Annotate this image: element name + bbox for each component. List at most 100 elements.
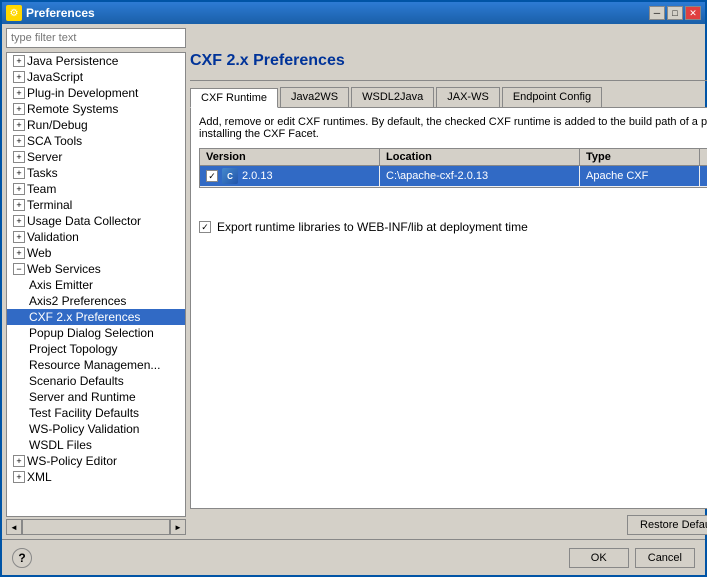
expand-server[interactable]: +	[13, 151, 25, 163]
filter-input[interactable]	[6, 28, 186, 48]
sidebar-item-web-services[interactable]: −Web Services	[7, 261, 185, 277]
header-extra	[700, 149, 707, 165]
sidebar-item-server-and-runtime[interactable]: Server and Runtime	[7, 389, 185, 405]
expand-plug-in-development[interactable]: +	[13, 87, 25, 99]
sidebar-item-axis2-preferences[interactable]: Axis2 Preferences	[7, 293, 185, 309]
sidebar-item-run-debug[interactable]: +Run/Debug	[7, 117, 185, 133]
title-bar: ⚙ Preferences ─ □ ✕	[2, 2, 705, 24]
extra-cell	[700, 166, 707, 186]
type-cell: Apache CXF	[580, 166, 700, 186]
sidebar-item-cxf-2x-preferences[interactable]: CXF 2.x Preferences	[7, 309, 185, 325]
sidebar-item-ws-policy-validation[interactable]: WS-Policy Validation	[7, 421, 185, 437]
expand-web-services[interactable]: −	[13, 263, 25, 275]
sidebar-item-axis-emitter[interactable]: Axis Emitter	[7, 277, 185, 293]
row-checkbox[interactable]	[206, 170, 218, 182]
title-bar-left: ⚙ Preferences	[6, 5, 95, 21]
maximize-button[interactable]: □	[667, 6, 683, 20]
cancel-button[interactable]: Cancel	[635, 548, 695, 568]
tab-endpoint-config[interactable]: Endpoint Config	[502, 87, 602, 107]
version-text: 2.0.13	[242, 170, 273, 182]
tree-container[interactable]: +Java Persistence+JavaScript+Plug-in Dev…	[6, 52, 186, 517]
sidebar-item-remote-systems[interactable]: +Remote Systems	[7, 101, 185, 117]
tab-jax-ws[interactable]: JAX-WS	[436, 87, 500, 107]
tabs: CXF RuntimeJava2WSWSDL2JavaJAX-WSEndpoin…	[190, 87, 707, 107]
window-controls: ─ □ ✕	[649, 6, 701, 20]
sidebar-item-popup-dialog-selection[interactable]: Popup Dialog Selection	[7, 325, 185, 341]
sidebar-item-sca-tools[interactable]: +SCA Tools	[7, 133, 185, 149]
sidebar-item-usage-data-collector[interactable]: +Usage Data Collector	[7, 213, 185, 229]
export-row: Export runtime libraries to WEB-INF/lib …	[199, 220, 707, 234]
sidebar-item-java-persistence[interactable]: +Java Persistence	[7, 53, 185, 69]
sidebar-label-team: Team	[27, 182, 56, 196]
location-text: C:\apache-cxf-2.0.13	[386, 170, 488, 182]
export-checkbox[interactable]	[199, 221, 211, 233]
sidebar-label-project-topology: Project Topology	[29, 342, 118, 356]
sidebar-label-xml: XML	[27, 470, 52, 484]
expand-usage-data-collector[interactable]: +	[13, 215, 25, 227]
sidebar-item-xml[interactable]: +XML	[7, 469, 185, 485]
scroll-left-button[interactable]: ◄	[6, 519, 22, 535]
header-type: Type	[580, 149, 700, 165]
version-icon: C	[222, 168, 238, 184]
expand-xml[interactable]: +	[13, 471, 25, 483]
expand-team[interactable]: +	[13, 183, 25, 195]
minimize-button[interactable]: ─	[649, 6, 665, 20]
sidebar-item-web[interactable]: +Web	[7, 245, 185, 261]
sidebar-scrollbar-area: ◄ ►	[6, 519, 186, 535]
sidebar-label-scenario-defaults: Scenario Defaults	[29, 374, 124, 388]
expand-java-persistence[interactable]: +	[13, 55, 25, 67]
expand-ws-policy-editor[interactable]: +	[13, 455, 25, 467]
sidebar-label-server-and-runtime: Server and Runtime	[29, 390, 136, 404]
sidebar-label-remote-systems: Remote Systems	[27, 102, 118, 116]
tab-cxf-runtime[interactable]: CXF Runtime	[190, 88, 278, 108]
table-row[interactable]: C 2.0.13 C:\apache-cxf-2.0.13 Apache CXF	[200, 166, 707, 187]
sidebar-label-web-services: Web Services	[27, 262, 101, 276]
horizontal-scrollbar[interactable]	[22, 519, 170, 535]
expand-tasks[interactable]: +	[13, 167, 25, 179]
restore-defaults-button[interactable]: Restore Defaults	[627, 515, 707, 535]
sidebar-item-project-topology[interactable]: Project Topology	[7, 341, 185, 357]
expand-remote-systems[interactable]: +	[13, 103, 25, 115]
sidebar-item-test-facility-defaults[interactable]: Test Facility Defaults	[7, 405, 185, 421]
expand-javascript[interactable]: +	[13, 71, 25, 83]
sidebar-label-usage-data-collector: Usage Data Collector	[27, 214, 141, 228]
ok-button[interactable]: OK	[569, 548, 629, 568]
sidebar-item-plug-in-development[interactable]: +Plug-in Development	[7, 85, 185, 101]
sidebar-item-javascript[interactable]: +JavaScript	[7, 69, 185, 85]
separator	[190, 80, 707, 81]
sidebar-item-validation[interactable]: +Validation	[7, 229, 185, 245]
info-text: Add, remove or edit CXF runtimes. By def…	[199, 116, 707, 140]
window-body: +Java Persistence+JavaScript+Plug-in Dev…	[2, 24, 705, 539]
header-location: Location	[380, 149, 580, 165]
sidebar-item-resource-management[interactable]: Resource Managemen...	[7, 357, 185, 373]
filter-bar	[6, 28, 701, 48]
help-button[interactable]: ?	[12, 548, 32, 568]
close-button[interactable]: ✕	[685, 6, 701, 20]
expand-web[interactable]: +	[13, 247, 25, 259]
expand-terminal[interactable]: +	[13, 199, 25, 211]
sidebar-item-ws-policy-editor[interactable]: +WS-Policy Editor	[7, 453, 185, 469]
sidebar-item-terminal[interactable]: +Terminal	[7, 197, 185, 213]
sidebar-label-run-debug: Run/Debug	[27, 118, 88, 132]
export-label: Export runtime libraries to WEB-INF/lib …	[217, 220, 528, 234]
tab-wsdl2java[interactable]: WSDL2Java	[351, 87, 434, 107]
sidebar-label-validation: Validation	[27, 230, 79, 244]
scroll-right-button[interactable]: ►	[170, 519, 186, 535]
app-icon: ⚙	[6, 5, 22, 21]
tab-java2ws[interactable]: Java2WS	[280, 87, 349, 107]
table-wrapper: Version Location Type C 2.0.13 C:\apache-c…	[199, 148, 707, 216]
header-version: Version	[200, 149, 380, 165]
expand-run-debug[interactable]: +	[13, 119, 25, 131]
expand-sca-tools[interactable]: +	[13, 135, 25, 147]
sidebar-item-wsdl-files[interactable]: WSDL Files	[7, 437, 185, 453]
sidebar-label-sca-tools: SCA Tools	[27, 134, 82, 148]
sidebar-item-scenario-defaults[interactable]: Scenario Defaults	[7, 373, 185, 389]
sidebar-item-tasks[interactable]: +Tasks	[7, 165, 185, 181]
sidebar-label-cxf-2x-preferences: CXF 2.x Preferences	[29, 310, 140, 324]
expand-validation[interactable]: +	[13, 231, 25, 243]
sidebar-label-resource-management: Resource Managemen...	[29, 358, 160, 372]
sidebar-label-ws-policy-editor: WS-Policy Editor	[27, 454, 117, 468]
sidebar-item-team[interactable]: +Team	[7, 181, 185, 197]
sidebar-item-server[interactable]: +Server	[7, 149, 185, 165]
table-body: C 2.0.13 C:\apache-cxf-2.0.13 Apache CXF	[200, 166, 707, 187]
